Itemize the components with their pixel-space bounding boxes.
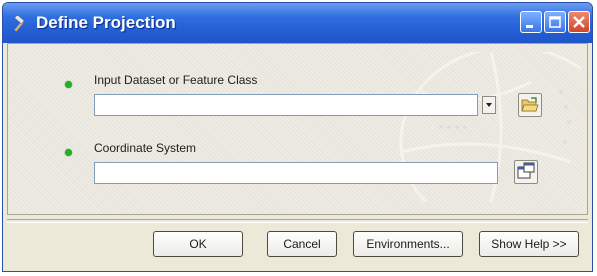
divider: [7, 219, 588, 223]
open-folder-icon: [521, 97, 539, 112]
dialog-window: Define Projection Input Dataset or Featu…: [2, 2, 593, 272]
required-indicator: [65, 81, 72, 88]
maximize-button[interactable]: [544, 11, 566, 33]
dataset-dropdown-button[interactable]: [482, 96, 496, 114]
input-dataset-field[interactable]: [94, 94, 478, 116]
dialog-content: Input Dataset or Feature Class Coordinat…: [7, 43, 588, 215]
maximize-icon: [549, 16, 561, 28]
required-indicator: [65, 149, 72, 156]
cancel-button[interactable]: Cancel: [267, 231, 337, 257]
chevron-down-icon: [486, 103, 492, 107]
hammer-icon: [14, 16, 25, 32]
close-button[interactable]: [568, 11, 590, 33]
window-title: Define Projection: [36, 13, 176, 32]
show-help-button[interactable]: Show Help >>: [479, 231, 579, 257]
ok-button[interactable]: OK: [153, 231, 243, 257]
coordinate-system-label: Coordinate System: [94, 141, 197, 155]
title-bar[interactable]: Define Projection: [3, 3, 592, 43]
properties-icon: [517, 162, 535, 179]
input-dataset-label: Input Dataset or Feature Class: [94, 73, 258, 87]
minimize-button[interactable]: [520, 11, 542, 33]
close-icon: [573, 16, 585, 28]
browse-button[interactable]: [518, 93, 542, 117]
environments-button[interactable]: Environments...: [353, 231, 463, 257]
minimize-icon: [526, 25, 533, 28]
coordinate-properties-button[interactable]: [514, 160, 538, 184]
coordinate-system-field[interactable]: [94, 162, 498, 184]
